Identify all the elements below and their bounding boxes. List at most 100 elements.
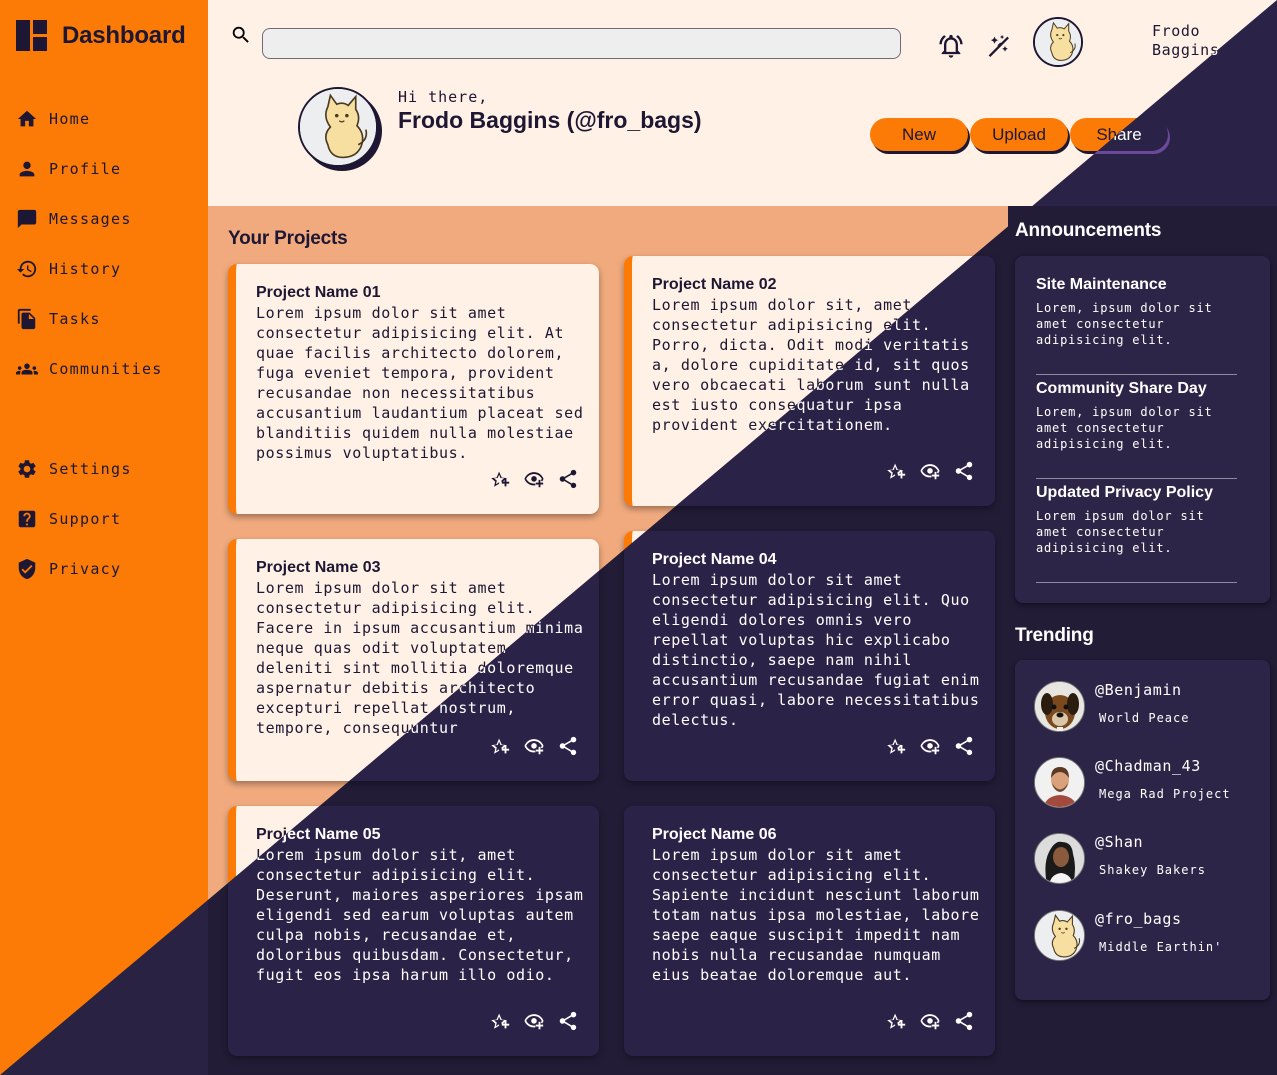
project-description: Lorem ipsum dolor sit amet consectetur a… xyxy=(652,571,980,729)
project-card[interactable]: Project Name 04 Lorem ipsum dolor sit am… xyxy=(624,531,995,781)
project-description: Lorem ipsum dolor sit amet consectetur a… xyxy=(256,579,584,737)
sidebar-item-label: Settings xyxy=(49,460,132,478)
announcement-text: Lorem, ipsum dolor sit amet consectetur … xyxy=(1036,405,1213,451)
project-description: Lorem ipsum dolor sit amet consectetur a… xyxy=(652,846,980,984)
announcement-item[interactable]: Community Share Day Lorem, ipsum dolor s… xyxy=(1036,380,1237,479)
woman-avatar xyxy=(1034,833,1085,884)
watch-icon[interactable] xyxy=(919,1010,941,1032)
project-title: Project Name 04 xyxy=(652,551,777,568)
documents-icon xyxy=(16,308,38,330)
sidebar: Dashboard Home Profile Messages History … xyxy=(0,0,208,1075)
trending-description: World Peace xyxy=(1099,711,1190,725)
announcement-title: Updated Privacy Policy xyxy=(1036,484,1213,501)
sidebar-item-label: Tasks xyxy=(49,310,101,328)
project-actions xyxy=(489,1010,579,1032)
announcements-panel: Site Maintenance Lorem, ipsum dolor sit … xyxy=(1015,256,1270,603)
avatar[interactable] xyxy=(1033,17,1083,67)
profile-avatar xyxy=(298,87,382,171)
share-icon[interactable] xyxy=(557,468,579,490)
sidebar-item-label: Profile xyxy=(49,160,122,178)
project-card[interactable]: Project Name 03 Lorem ipsum dolor sit am… xyxy=(228,539,599,781)
share-button[interactable]: Share xyxy=(1070,118,1168,151)
project-description: Lorem ipsum dolor sit amet consectetur a… xyxy=(256,304,584,462)
trending-handle: @Benjamin xyxy=(1095,681,1182,699)
project-title: Project Name 05 xyxy=(256,826,381,843)
project-actions xyxy=(885,1010,975,1032)
person-icon xyxy=(16,158,38,180)
sidebar-item-label: Communities xyxy=(49,360,163,378)
watch-icon[interactable] xyxy=(523,468,545,490)
theme-toggle-button[interactable] xyxy=(984,32,1012,60)
sidebar-item-tasks[interactable]: Tasks xyxy=(16,306,101,332)
trending-handle: @Chadman_43 xyxy=(1095,757,1201,775)
watch-icon[interactable] xyxy=(919,460,941,482)
announcement-text: Lorem ipsum dolor sit amet consectetur a… xyxy=(1036,509,1205,555)
watch-icon[interactable] xyxy=(919,735,941,757)
brand[interactable]: Dashboard xyxy=(16,20,186,51)
chat-icon xyxy=(16,208,38,230)
project-title: Project Name 02 xyxy=(652,276,777,293)
announcement-title: Community Share Day xyxy=(1036,380,1207,397)
sidebar-item-support[interactable]: Support xyxy=(16,506,121,532)
sidebar-item-settings[interactable]: Settings xyxy=(16,456,132,482)
watch-icon[interactable] xyxy=(523,1010,545,1032)
header-username: Frodo Baggins xyxy=(1152,22,1219,60)
star-add-icon[interactable] xyxy=(489,735,511,757)
new-button[interactable]: New xyxy=(870,118,968,151)
project-actions xyxy=(489,468,579,490)
header: Frodo Baggins Hi there, Frodo Baggins (@… xyxy=(208,0,1277,206)
star-add-icon[interactable] xyxy=(885,735,907,757)
trending-handle: @Shan xyxy=(1095,833,1144,851)
announcement-item[interactable]: Site Maintenance Lorem, ipsum dolor sit … xyxy=(1036,276,1237,375)
man-avatar xyxy=(1034,757,1085,808)
shield-icon xyxy=(16,558,38,580)
trending-description: Shakey Bakers xyxy=(1099,863,1206,877)
share-icon[interactable] xyxy=(557,1010,579,1032)
project-card[interactable]: Project Name 05 Lorem ipsum dolor sit, a… xyxy=(228,806,599,1056)
watch-icon[interactable] xyxy=(523,735,545,757)
sidebar-item-label: Messages xyxy=(49,210,132,228)
search-icon[interactable] xyxy=(230,24,252,46)
cat-avatar xyxy=(1034,910,1085,961)
announcement-text: Lorem, ipsum dolor sit amet consectetur … xyxy=(1036,301,1213,347)
sidebar-item-label: Privacy xyxy=(49,560,122,578)
project-title: Project Name 03 xyxy=(256,559,381,576)
announcement-title: Site Maintenance xyxy=(1036,276,1167,293)
sidebar-item-profile[interactable]: Profile xyxy=(16,156,121,182)
project-card[interactable]: Project Name 01 Lorem ipsum dolor sit am… xyxy=(228,264,599,514)
upload-button[interactable]: Upload xyxy=(970,118,1068,151)
announcements-title: Announcements xyxy=(1015,220,1162,241)
sidebar-item-communities[interactable]: Communities xyxy=(16,356,163,382)
sidebar-item-label: Support xyxy=(49,510,122,528)
share-icon[interactable] xyxy=(953,1010,975,1032)
star-add-icon[interactable] xyxy=(489,1010,511,1032)
share-icon[interactable] xyxy=(557,735,579,757)
projects-title: Your Projects xyxy=(228,228,348,249)
project-actions xyxy=(489,735,579,757)
announcement-item[interactable]: Updated Privacy Policy Lorem ipsum dolor… xyxy=(1036,484,1237,583)
star-add-icon[interactable] xyxy=(885,1010,907,1032)
home-icon xyxy=(16,108,38,130)
search-input[interactable] xyxy=(262,28,901,59)
share-icon[interactable] xyxy=(953,460,975,482)
sidebar-item-label: History xyxy=(49,260,122,278)
sidebar-item-messages[interactable]: Messages xyxy=(16,206,132,232)
project-title: Project Name 01 xyxy=(256,284,381,301)
group-icon xyxy=(16,358,38,380)
project-description: Lorem ipsum dolor sit, amet consectetur … xyxy=(652,296,970,434)
project-description: Lorem ipsum dolor sit, amet consectetur … xyxy=(256,846,584,984)
sidebar-item-privacy[interactable]: Privacy xyxy=(16,556,121,582)
gear-icon xyxy=(16,458,38,480)
star-add-icon[interactable] xyxy=(489,468,511,490)
project-actions xyxy=(885,460,975,482)
sidebar-item-history[interactable]: History xyxy=(16,256,121,282)
project-card[interactable]: Project Name 06 Lorem ipsum dolor sit am… xyxy=(624,806,995,1056)
sidebar-item-home[interactable]: Home xyxy=(16,106,90,132)
star-add-icon[interactable] xyxy=(885,460,907,482)
notifications-button[interactable] xyxy=(937,32,965,60)
user-display-name: Frodo Baggins (@fro_bags) xyxy=(398,107,702,133)
project-title: Project Name 06 xyxy=(652,826,777,843)
share-icon[interactable] xyxy=(953,735,975,757)
trending-handle: @fro_bags xyxy=(1095,910,1182,928)
project-card[interactable]: Project Name 02 Lorem ipsum dolor sit, a… xyxy=(624,256,995,506)
